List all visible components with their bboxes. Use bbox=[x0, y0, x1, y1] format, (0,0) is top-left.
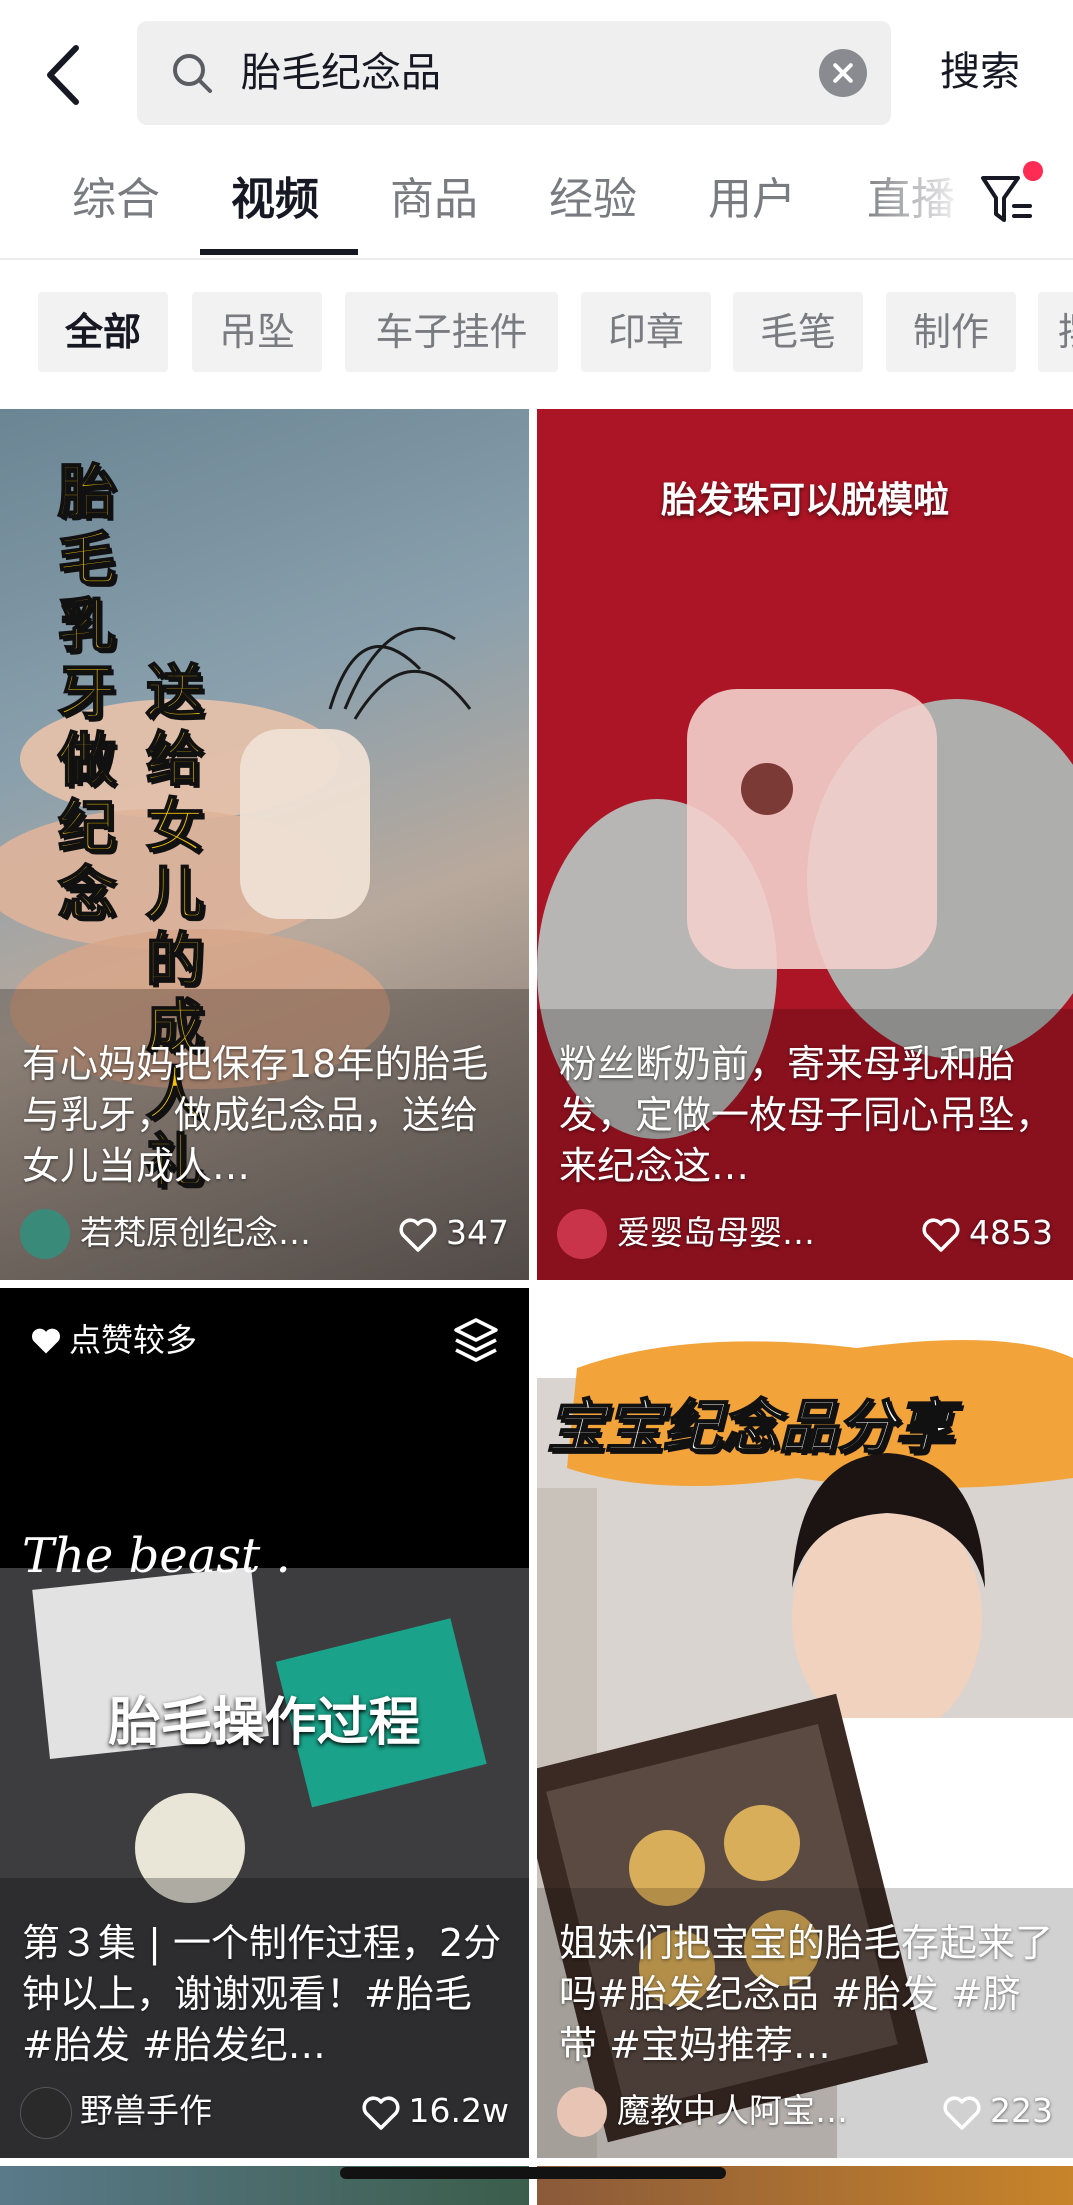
heart-filled-icon bbox=[31, 1328, 61, 1354]
tab-users[interactable]: 用户 bbox=[708, 170, 796, 230]
search-button[interactable]: 搜索 bbox=[940, 44, 1020, 100]
badge-label: 点赞较多 bbox=[69, 1321, 198, 1359]
tab-products[interactable]: 商品 bbox=[390, 170, 478, 230]
like-count: 4853 bbox=[921, 1207, 1053, 1259]
tab-video[interactable]: 视频 bbox=[231, 170, 319, 230]
video-card[interactable]: 胎发珠可以脱模啦 粉丝断奶前，寄来母乳和胎发，定做一枚母子同心吊坠，来纪念这… … bbox=[537, 409, 1073, 1280]
chip-car-ornament[interactable]: 车子挂件 bbox=[345, 292, 558, 372]
search-query[interactable]: 胎毛纪念品 bbox=[241, 41, 441, 105]
heart-icon bbox=[922, 1218, 960, 1252]
avatar[interactable] bbox=[20, 1209, 70, 1259]
like-count-text: 4853 bbox=[969, 1213, 1053, 1252]
like-count-text: 16.2w bbox=[408, 2091, 509, 2130]
active-tab-indicator bbox=[200, 249, 358, 255]
author-row: 若梵原创纪念… 347 bbox=[20, 1207, 509, 1259]
author-row: 爱婴岛母婴… 4853 bbox=[557, 1207, 1053, 1259]
clear-search-icon[interactable] bbox=[819, 49, 867, 97]
chip-pendant[interactable]: 吊坠 bbox=[192, 292, 322, 372]
like-count: 223 bbox=[942, 2085, 1053, 2137]
notification-dot bbox=[1023, 161, 1043, 181]
author-row: 魔教中人阿宝… 223 bbox=[557, 2085, 1053, 2137]
author-name[interactable]: 野兽手作 bbox=[80, 2085, 350, 2137]
overlay-title: 胎毛操作过程 bbox=[108, 1693, 421, 1753]
like-count: 16.2w bbox=[361, 2085, 509, 2137]
search-input[interactable]: 胎毛纪念品 bbox=[137, 21, 891, 125]
author-name[interactable]: 爱婴岛母婴… bbox=[617, 1207, 887, 1259]
chip-make[interactable]: 制作 bbox=[886, 292, 1016, 372]
video-card[interactable]: 胎毛乳牙做纪念 送给女儿的成人礼 有心妈妈把保存18年的胎毛与乳牙，做成纪念品，… bbox=[0, 409, 529, 1280]
chip-seal[interactable]: 印章 bbox=[581, 292, 711, 372]
like-count-text: 223 bbox=[990, 2091, 1053, 2130]
tab-comprehensive[interactable]: 综合 bbox=[72, 170, 160, 230]
heart-icon bbox=[943, 2096, 981, 2130]
author-name[interactable]: 若梵原创纪念… bbox=[80, 1207, 350, 1259]
chip-brush[interactable]: 毛笔 bbox=[733, 292, 863, 372]
video-card[interactable]: The beast . 胎毛操作过程 第３集 | 一个制作过程，2分钟以上，谢谢… bbox=[0, 1288, 529, 2158]
tab-fade bbox=[860, 148, 970, 256]
result-type-tabs: 综合 视频 商品 经验 用户 直播 bbox=[0, 148, 1073, 260]
popular-badge: 点赞较多 bbox=[17, 1313, 221, 1367]
like-count-text: 347 bbox=[446, 1213, 509, 1252]
video-caption: 第３集 | 一个制作过程，2分钟以上，谢谢观看！#胎毛 #胎发 #胎发纪… bbox=[22, 1921, 502, 2067]
video-card[interactable]: 宝宝纪念品分享 姐妹们把宝宝的胎毛存起来了吗#胎发纪念品 #胎发 #脐带 #宝妈… bbox=[537, 1288, 1073, 2158]
back-arrow-icon[interactable] bbox=[40, 40, 90, 110]
heart-icon bbox=[399, 1218, 437, 1252]
overlay-text-left: 胎毛乳牙做纪念 bbox=[57, 458, 117, 929]
author-row: 野兽手作 16.2w bbox=[20, 2085, 509, 2139]
like-count: 347 bbox=[398, 1207, 509, 1259]
video-caption: 粉丝断奶前，寄来母乳和胎发，定做一枚母子同心吊坠，来纪念这… bbox=[559, 1042, 1054, 1188]
tab-experience[interactable]: 经验 bbox=[549, 170, 637, 230]
avatar[interactable] bbox=[557, 2087, 607, 2137]
chip-all[interactable]: 全部 bbox=[38, 292, 168, 372]
overlay-text-top: 胎发珠可以脱模啦 bbox=[660, 480, 949, 521]
overlay-banner: 宝宝纪念品分享 bbox=[546, 1392, 954, 1462]
avatar[interactable] bbox=[20, 2087, 72, 2139]
home-indicator[interactable] bbox=[340, 2167, 726, 2179]
video-caption: 有心妈妈把保存18年的胎毛与乳牙，做成纪念品，送给女儿当成人… bbox=[22, 1042, 489, 1188]
heart-icon bbox=[362, 2096, 400, 2130]
avatar[interactable] bbox=[557, 1209, 607, 1259]
overlay-script-text: The beast . bbox=[22, 1528, 291, 1584]
video-caption: 姐妹们把宝宝的胎毛存起来了吗#胎发纪念品 #胎发 #脐带 #宝妈推荐… bbox=[559, 1921, 1054, 2067]
author-name[interactable]: 魔教中人阿宝… bbox=[617, 2085, 887, 2137]
collection-icon bbox=[454, 1318, 498, 1362]
search-icon bbox=[173, 54, 212, 93]
top-bar: 胎毛纪念品 搜索 bbox=[0, 0, 1073, 148]
filter-chips: 全部 吊坠 车子挂件 印章 毛笔 制作 摆 bbox=[0, 292, 1073, 374]
chip-display[interactable]: 摆 bbox=[1038, 292, 1073, 372]
